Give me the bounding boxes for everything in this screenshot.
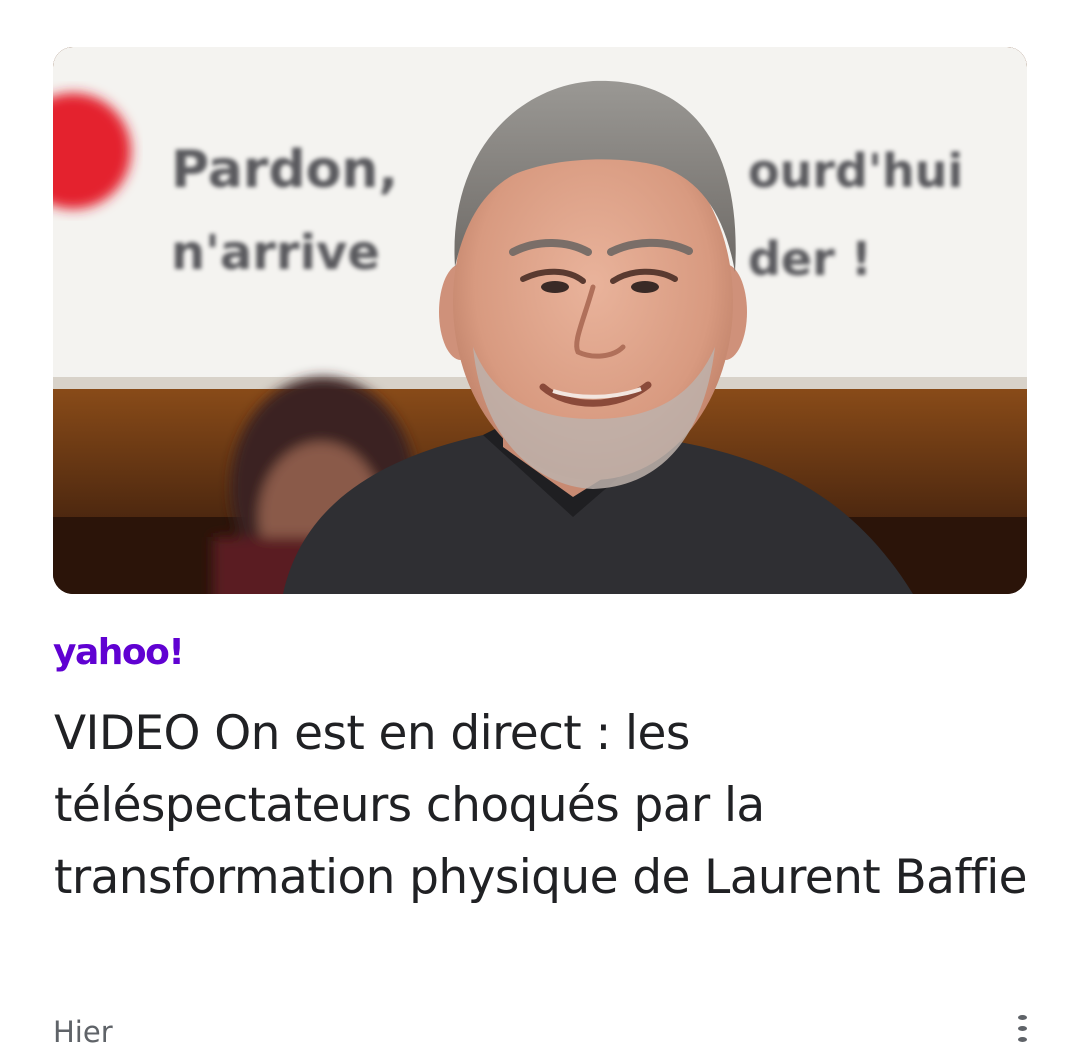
article-thumbnail[interactable]: Pardon, ourd'hui n'arrive der !: [53, 47, 1027, 594]
more-options-button[interactable]: [1000, 1005, 1044, 1048]
article-card[interactable]: Pardon, ourd'hui n'arrive der ! yahoo! V…: [0, 0, 1080, 1049]
article-timestamp: Hier: [53, 1015, 113, 1049]
thumbnail-image: Pardon, ourd'hui n'arrive der !: [53, 47, 1027, 594]
svg-text:n'arrive: n'arrive: [171, 225, 380, 281]
article-headline[interactable]: VIDEO On est en direct : les téléspectat…: [54, 698, 1044, 914]
source-logo[interactable]: yahoo!: [53, 628, 185, 678]
more-vert-icon: [1017, 1015, 1027, 1020]
more-vert-icon-dot: [1017, 1026, 1027, 1031]
svg-text:ourd'hui: ourd'hui: [748, 144, 963, 198]
more-vert-icon-dot: [1017, 1037, 1027, 1042]
svg-text:Pardon,: Pardon,: [171, 140, 398, 200]
svg-text:der !: der !: [748, 232, 872, 286]
